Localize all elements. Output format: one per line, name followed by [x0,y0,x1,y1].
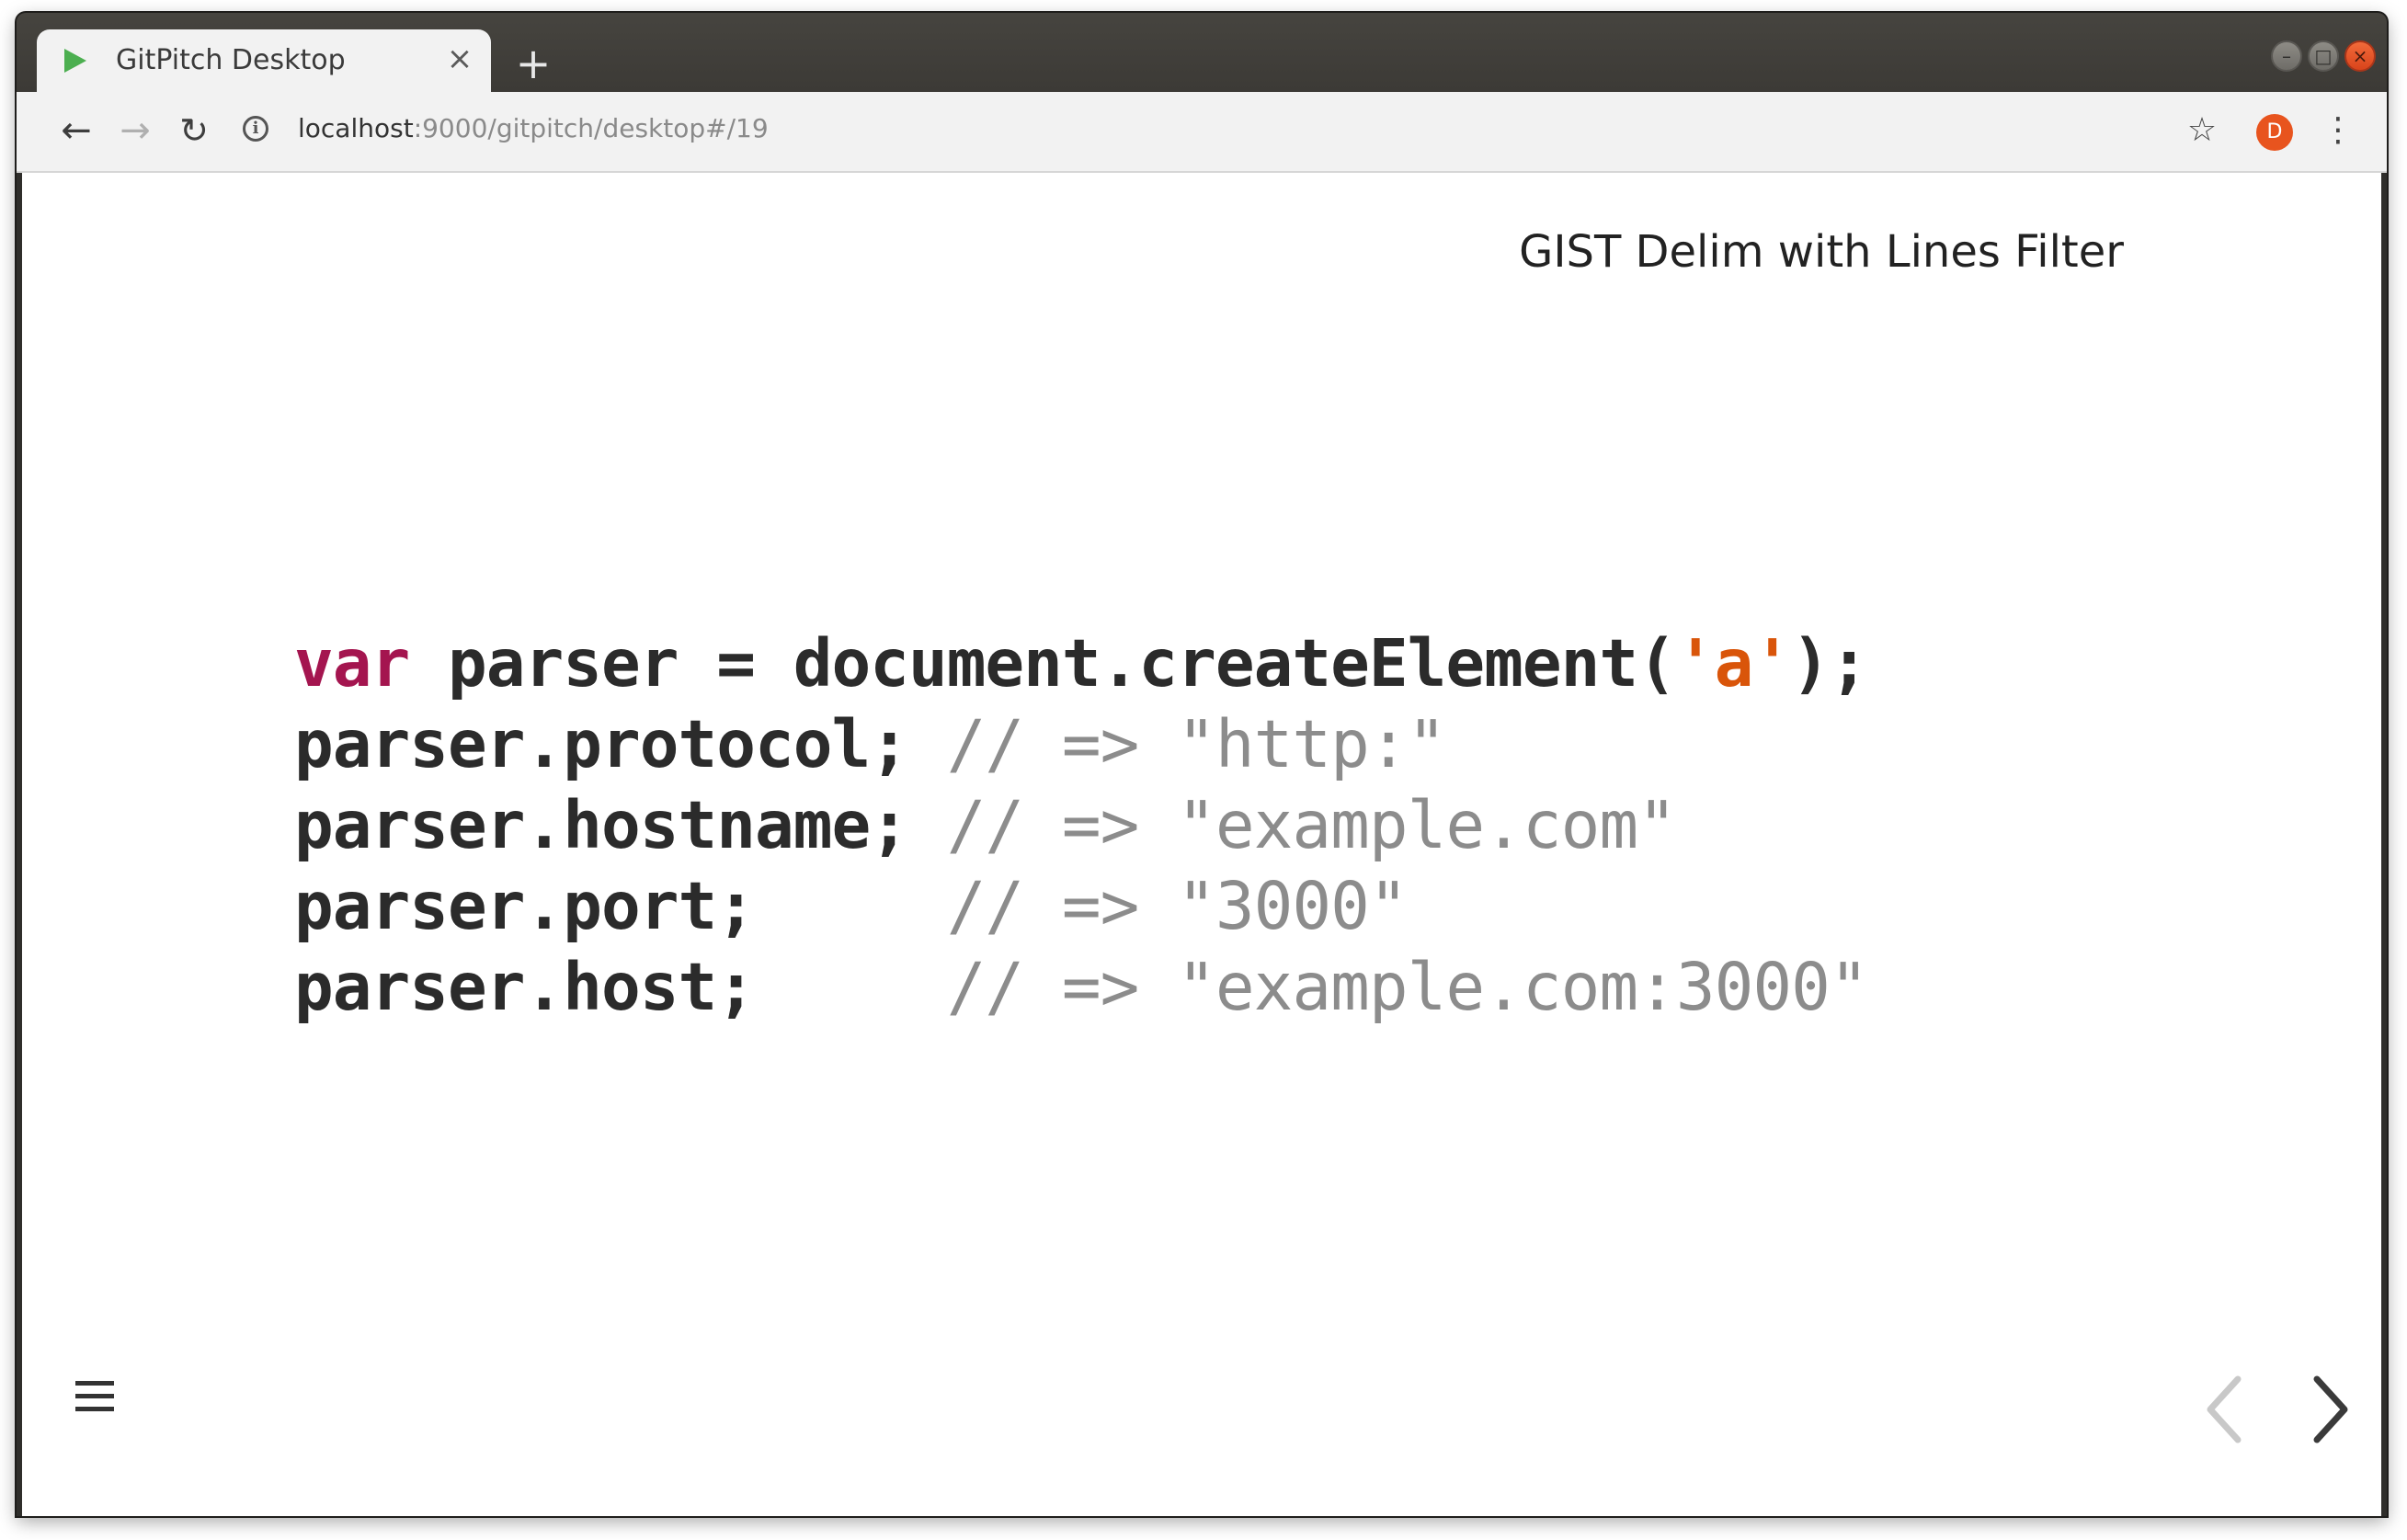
tab-bar: GitPitch Desktop × + – □ × [17,13,2387,92]
browser-menu-icon[interactable]: ⋮ [2315,105,2361,158]
back-arrow-icon[interactable]: ← [50,105,103,158]
code-keyword: var [294,625,410,702]
browser-window: GitPitch Desktop × + – □ × ← → ↻ i local… [17,13,2387,1516]
bookmark-star-icon[interactable]: ☆ [2175,105,2229,158]
forward-arrow-icon[interactable]: → [108,105,162,158]
new-tab-button[interactable]: + [509,40,557,88]
tab-gitpitch-desktop[interactable]: GitPitch Desktop × [37,29,491,92]
code-text: ); [1791,625,1868,702]
maximize-window-button[interactable]: □ [2308,40,2339,72]
close-window-button[interactable]: × [2344,40,2376,72]
url-path: :9000/gitpitch/desktop#/19 [413,113,769,143]
tab-close-icon[interactable]: × [441,40,478,77]
profile-avatar[interactable]: D [2256,114,2293,151]
code-text: parser.hostname; [294,787,947,863]
code-string: 'a' [1675,625,1792,702]
address-bar[interactable]: i localhost:9000/gitpitch/desktop#/19 [224,103,2183,158]
code-block: var parser = document.createElement('a')… [294,623,1869,1028]
maximize-icon: □ [2314,45,2333,67]
next-slide-chevron-icon[interactable] [2299,1368,2363,1451]
gitpitch-favicon-icon [64,49,86,73]
code-text: parser.protocol; [294,706,947,782]
code-line: parser.hostname; // => "example.com" [294,785,1868,866]
code-text: parser.port; [294,868,947,944]
site-info-icon[interactable]: i [243,116,268,142]
code-comment: // => "http:" [946,706,1447,782]
code-line: parser.protocol; // => "http:" [294,704,1868,785]
code-comment: // => "example.com:3000" [946,949,1869,1025]
slide-viewport: GIST Delim with Lines Filter var parser … [22,173,2381,1516]
code-line: parser.port; // => "3000" [294,866,1868,947]
code-text: parser.host; [294,949,947,1025]
code-comment: // => "3000" [946,868,1409,944]
code-comment: // => "example.com" [946,787,1677,863]
tab-title: GitPitch Desktop [116,44,346,76]
minimize-window-button[interactable]: – [2271,40,2302,72]
code-line: parser.host; // => "example.com:3000" [294,947,1869,1028]
code-text: parser = document.createElement( [409,625,1677,702]
browser-toolbar: ← → ↻ i localhost:9000/gitpitch/desktop#… [17,92,2387,173]
reload-icon[interactable]: ↻ [167,105,221,158]
slide-title: GIST Delim with Lines Filter [1519,226,2124,278]
previous-slide-chevron-icon[interactable] [2194,1368,2258,1451]
url-host: localhost [298,113,414,143]
code-line: var parser = document.createElement('a')… [294,623,1869,704]
minimize-icon: – [2282,45,2291,67]
url-text[interactable]: localhost:9000/gitpitch/desktop#/19 [298,113,769,143]
slide-menu-hamburger-icon[interactable] [72,1374,118,1420]
close-icon: × [2352,45,2368,67]
